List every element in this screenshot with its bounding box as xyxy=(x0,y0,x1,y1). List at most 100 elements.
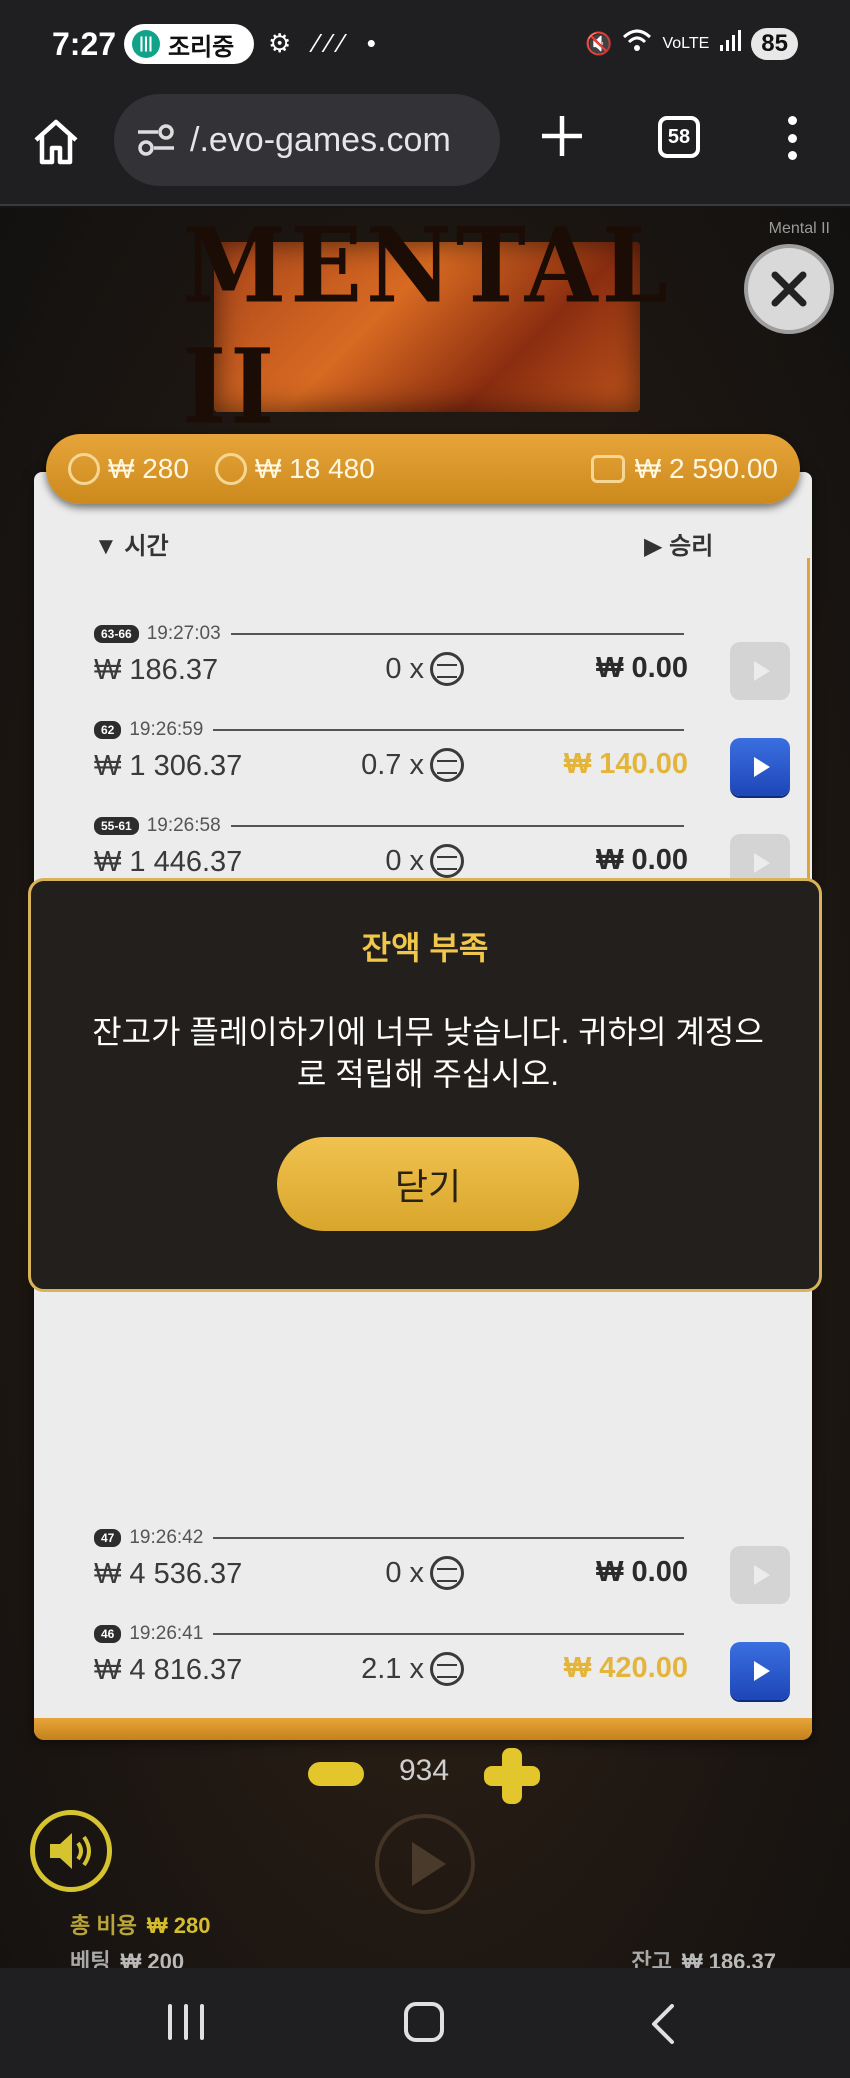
row-bet: ₩ 1 446.37 xyxy=(94,846,243,878)
close-icon xyxy=(771,271,807,307)
stat-total: ₩ 18 480 xyxy=(214,453,375,485)
status-time: 7:27 xyxy=(52,26,117,62)
row-multiplier: 2.1 x xyxy=(338,1652,464,1686)
replay-button[interactable] xyxy=(730,1642,790,1700)
round-id-badge: 63-66 xyxy=(94,625,139,643)
coin-icon xyxy=(430,748,464,782)
timer-icon: ||| xyxy=(132,30,160,58)
network-label: VoLTE xyxy=(662,35,710,52)
coin-icon xyxy=(214,453,247,485)
recent-apps-button[interactable] xyxy=(168,2004,204,2040)
url-text: /.evo-games.com xyxy=(190,120,451,159)
bet-amount: 베팅 ₩ 200 xyxy=(70,1949,185,1968)
coin-icon xyxy=(430,652,464,686)
decrease-button[interactable] xyxy=(308,1762,364,1786)
row-win: ₩ 140.00 xyxy=(563,748,688,780)
stats-bar: ₩ 280 ₩ 18 480 ₩ 2 590.00 xyxy=(46,434,800,504)
browser-toolbar: /.evo-games.com 58 xyxy=(0,92,850,206)
close-history-button[interactable] xyxy=(744,244,834,334)
history-panel-edge xyxy=(34,1718,812,1740)
mute-icon: 🔇 xyxy=(585,31,613,56)
game-logo-text: MENTAL II xyxy=(182,208,672,448)
row-divider xyxy=(213,1633,684,1635)
row-multiplier: 0 x xyxy=(338,1556,464,1590)
back-icon xyxy=(652,2004,674,2044)
row-time: 19:26:58 xyxy=(146,815,221,836)
bet-stepper: 934 xyxy=(0,1748,850,1808)
game-logo: MENTAL II xyxy=(182,208,667,448)
play-icon xyxy=(754,853,770,873)
round-id-badge: 55-61 xyxy=(94,817,139,835)
row-divider xyxy=(230,825,684,827)
wifi-icon xyxy=(622,29,652,59)
stat-cost: ₩ 280 xyxy=(68,453,189,485)
plus-icon xyxy=(542,116,582,156)
coin-icon xyxy=(430,844,464,878)
row-header: 62 19:26:59 xyxy=(94,718,684,742)
wallet-icon xyxy=(590,455,625,483)
row-time: 19:27:03 xyxy=(146,623,221,644)
game-title: Mental II xyxy=(768,220,830,237)
battery-indicator: 85 xyxy=(751,28,798,60)
row-time: 19:26:42 xyxy=(129,1527,204,1548)
notification-icons: ⚙ ⁄⁄⁄ • xyxy=(268,28,384,58)
replay-button[interactable] xyxy=(730,738,790,796)
dialog-close-button[interactable]: 닫기 xyxy=(277,1137,579,1231)
row-bet: ₩ 4 536.37 xyxy=(94,1558,243,1590)
row-win: ₩ 0.00 xyxy=(596,652,688,684)
insufficient-balance-dialog: 잔액 부족 잔고가 플레이하기에 너무 낮습니다. 귀하의 계정으로 적립해 주… xyxy=(28,878,822,1292)
row-divider xyxy=(213,1537,684,1539)
round-id-badge: 47 xyxy=(94,1529,122,1547)
play-icon xyxy=(754,1661,770,1681)
row-win: ₩ 0.00 xyxy=(596,844,688,876)
row-bet: ₩ 1 306.37 xyxy=(94,750,243,782)
new-tab-button[interactable] xyxy=(540,114,584,158)
row-multiplier: 0 x xyxy=(338,844,464,878)
sort-win-header[interactable]: ▶ 승리 xyxy=(644,526,713,561)
browser-home-button[interactable] xyxy=(30,116,82,168)
back-button[interactable] xyxy=(646,2004,682,2044)
history-row: 46 19:26:41 ₩ 4 816.37 2.1 x ₩ 420.00 xyxy=(94,1622,790,1718)
stat-balance: ₩ 2 590.00 xyxy=(590,453,778,485)
play-icon xyxy=(754,757,770,777)
history-row: 62 19:26:59 ₩ 1 306.37 0.7 x ₩ 140.00 xyxy=(94,718,790,814)
replay-button[interactable] xyxy=(730,642,790,700)
round-id-badge: 62 xyxy=(94,721,122,739)
sound-toggle-button[interactable] xyxy=(30,1810,112,1892)
sort-time-header[interactable]: ▼ 시간 xyxy=(94,526,169,561)
tab-switcher-button[interactable]: 58 xyxy=(658,116,700,158)
site-settings-icon[interactable] xyxy=(136,122,176,158)
cooking-status-label: 조리중 xyxy=(168,33,235,61)
balance-amount: 잔고 ₩ 186.37 xyxy=(631,1949,776,1968)
spin-button[interactable] xyxy=(375,1814,475,1914)
history-row: 47 19:26:42 ₩ 4 536.37 0 x ₩ 0.00 xyxy=(94,1526,790,1622)
system-nav-bar xyxy=(0,1968,850,2078)
stepper-value: 934 xyxy=(398,1754,450,1787)
game-viewport: Mental II MENTAL II ▼ 시간 ▶ 승리 63-66 19:27… xyxy=(0,208,850,1968)
row-multiplier: 0 x xyxy=(338,652,464,686)
coin-icon xyxy=(68,453,100,485)
history-header: ▼ 시간 ▶ 승리 xyxy=(94,526,752,560)
row-multiplier: 0.7 x xyxy=(338,748,464,782)
browser-menu-button[interactable] xyxy=(786,116,798,160)
replay-button[interactable] xyxy=(730,1546,790,1604)
row-bet: ₩ 186.37 xyxy=(94,654,219,686)
row-time: 19:26:41 xyxy=(129,1623,204,1644)
play-icon xyxy=(754,661,770,681)
row-win: ₩ 0.00 xyxy=(596,1556,688,1588)
home-icon xyxy=(34,119,78,165)
row-bet: ₩ 4 816.37 xyxy=(94,1654,243,1686)
row-header: 55-61 19:26:58 xyxy=(94,814,684,838)
status-bar: 7:27 ||| 조리중 ⚙ ⁄⁄⁄ • 🔇 VoLTE 85 xyxy=(0,0,850,92)
dialog-message: 잔고가 플레이하기에 너무 낮습니다. 귀하의 계정으로 적립해 주십시오. xyxy=(92,1014,764,1092)
total-cost: 총 비용 ₩ 280 xyxy=(70,1913,211,1938)
play-icon xyxy=(412,1842,446,1886)
row-header: 46 19:26:41 xyxy=(94,1622,684,1646)
system-indicators: 🔇 VoLTE 85 xyxy=(585,28,798,60)
row-divider xyxy=(230,633,684,635)
address-bar[interactable]: /.evo-games.com xyxy=(114,94,500,186)
signal-icon xyxy=(719,30,742,58)
nav-home-button[interactable] xyxy=(404,2002,444,2042)
increase-button[interactable] xyxy=(484,1748,540,1804)
history-row: 63-66 19:27:03 ₩ 186.37 0 x ₩ 0.00 xyxy=(94,622,790,718)
